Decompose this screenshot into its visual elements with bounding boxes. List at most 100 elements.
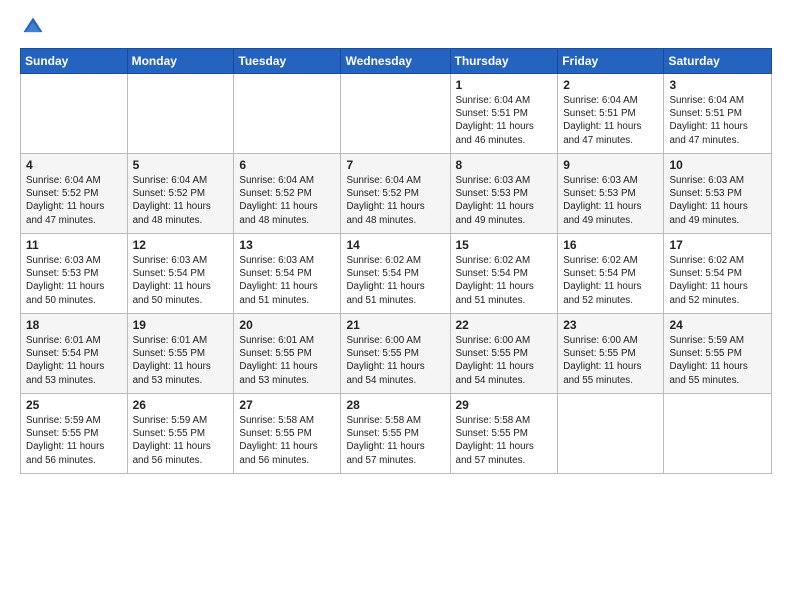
day-number: 19 [133,318,229,332]
day-number: 13 [239,238,335,252]
calendar-cell: 11Sunrise: 6:03 AM Sunset: 5:53 PM Dayli… [21,234,128,314]
calendar-cell: 12 Sunrise: 6:03 AM Sunset: 5:54 PM Dayli… [127,234,234,314]
calendar-cell: 1 Sunrise: 6:04 AM Sunset: 5:51 PM Daylig… [450,74,558,154]
day-number: 6 [239,158,335,172]
day-number: 27 [239,398,335,412]
calendar-cell: 10Sunrise: 6:03 AM Sunset: 5:53 PM Dayli… [664,154,772,234]
cell-info: Sunrise: 6:03 AM Sunset: 5:53 PM Dayligh… [669,174,766,227]
day-number: 29 [456,398,553,412]
cell-info: Sunrise: 6:01 AM Sunset: 5:55 PM Dayligh… [133,334,229,387]
calendar-header-row: SundayMondayTuesdayWednesdayThursdayFrid… [21,49,772,74]
calendar-header-sunday: Sunday [21,49,128,74]
day-number: 4 [26,158,122,172]
calendar-cell: 18 Sunrise: 6:01 AM Sunset: 5:54 PM Dayli… [21,314,128,394]
cell-info: Sunrise: 5:58 AM Sunset: 5:55 PM Dayligh… [239,414,335,467]
calendar-cell: 4Sunrise: 6:04 AM Sunset: 5:52 PM Daylig… [21,154,128,234]
calendar-week-3: 11Sunrise: 6:03 AM Sunset: 5:53 PM Dayli… [21,234,772,314]
calendar-week-4: 18 Sunrise: 6:01 AM Sunset: 5:54 PM Dayli… [21,314,772,394]
cell-info: Sunrise: 6:00 AM Sunset: 5:55 PM Dayligh… [563,334,658,387]
day-number: 21 [346,318,444,332]
logo-icon [22,16,44,38]
calendar-header-wednesday: Wednesday [341,49,450,74]
calendar-cell [558,394,664,474]
calendar-cell [21,74,128,154]
day-number: 20 [239,318,335,332]
calendar-cell [341,74,450,154]
cell-info: Sunrise: 6:03 AM Sunset: 5:53 PM Dayligh… [456,174,553,227]
calendar-body: 1 Sunrise: 6:04 AM Sunset: 5:51 PM Daylig… [21,74,772,474]
cell-info: Sunrise: 6:04 AM Sunset: 5:52 PM Dayligh… [239,174,335,227]
calendar-header-thursday: Thursday [450,49,558,74]
calendar-cell: 14 Sunrise: 6:02 AM Sunset: 5:54 PM Dayli… [341,234,450,314]
calendar-cell: 23 Sunrise: 6:00 AM Sunset: 5:55 PM Dayli… [558,314,664,394]
day-number: 16 [563,238,658,252]
header [20,16,772,38]
cell-info: Sunrise: 6:00 AM Sunset: 5:55 PM Dayligh… [456,334,553,387]
day-number: 18 [26,318,122,332]
day-number: 22 [456,318,553,332]
calendar-cell: 8 Sunrise: 6:03 AM Sunset: 5:53 PM Daylig… [450,154,558,234]
cell-info: Sunrise: 6:04 AM Sunset: 5:52 PM Dayligh… [133,174,229,227]
calendar-header-saturday: Saturday [664,49,772,74]
calendar-cell: 17 Sunrise: 6:02 AM Sunset: 5:54 PM Dayli… [664,234,772,314]
calendar-cell: 16Sunrise: 6:02 AM Sunset: 5:54 PM Dayli… [558,234,664,314]
day-number: 2 [563,78,658,92]
logo [20,16,46,38]
cell-info: Sunrise: 6:04 AM Sunset: 5:51 PM Dayligh… [563,94,658,147]
calendar-cell: 28Sunrise: 5:58 AM Sunset: 5:55 PM Dayli… [341,394,450,474]
day-number: 17 [669,238,766,252]
calendar-week-5: 25 Sunrise: 5:59 AM Sunset: 5:55 PM Dayli… [21,394,772,474]
calendar-cell: 9 Sunrise: 6:03 AM Sunset: 5:53 PM Daylig… [558,154,664,234]
day-number: 3 [669,78,766,92]
cell-info: Sunrise: 6:04 AM Sunset: 5:51 PM Dayligh… [669,94,766,147]
cell-info: Sunrise: 6:01 AM Sunset: 5:54 PM Dayligh… [26,334,122,387]
day-number: 24 [669,318,766,332]
cell-info: Sunrise: 6:02 AM Sunset: 5:54 PM Dayligh… [456,254,553,307]
day-number: 23 [563,318,658,332]
cell-info: Sunrise: 6:03 AM Sunset: 5:53 PM Dayligh… [26,254,122,307]
calendar-header-friday: Friday [558,49,664,74]
cell-info: Sunrise: 5:59 AM Sunset: 5:55 PM Dayligh… [669,334,766,387]
cell-info: Sunrise: 5:58 AM Sunset: 5:55 PM Dayligh… [456,414,553,467]
calendar-cell: 26 Sunrise: 5:59 AM Sunset: 5:55 PM Dayli… [127,394,234,474]
calendar-cell: 15Sunrise: 6:02 AM Sunset: 5:54 PM Dayli… [450,234,558,314]
cell-info: Sunrise: 5:59 AM Sunset: 5:55 PM Dayligh… [26,414,122,467]
cell-info: Sunrise: 6:03 AM Sunset: 5:54 PM Dayligh… [239,254,335,307]
calendar-cell: 7 Sunrise: 6:04 AM Sunset: 5:52 PM Daylig… [341,154,450,234]
day-number: 12 [133,238,229,252]
calendar-cell: 20Sunrise: 6:01 AM Sunset: 5:55 PM Dayli… [234,314,341,394]
calendar-cell: 3 Sunrise: 6:04 AM Sunset: 5:51 PM Daylig… [664,74,772,154]
day-number: 25 [26,398,122,412]
calendar-cell: 5 Sunrise: 6:04 AM Sunset: 5:52 PM Daylig… [127,154,234,234]
calendar-cell: 24 Sunrise: 5:59 AM Sunset: 5:55 PM Dayli… [664,314,772,394]
cell-info: Sunrise: 5:59 AM Sunset: 5:55 PM Dayligh… [133,414,229,467]
day-number: 5 [133,158,229,172]
calendar-week-1: 1 Sunrise: 6:04 AM Sunset: 5:51 PM Daylig… [21,74,772,154]
calendar-cell: 27 Sunrise: 5:58 AM Sunset: 5:55 PM Dayli… [234,394,341,474]
cell-info: Sunrise: 6:02 AM Sunset: 5:54 PM Dayligh… [669,254,766,307]
cell-info: Sunrise: 6:04 AM Sunset: 5:52 PM Dayligh… [346,174,444,227]
calendar-cell: 19 Sunrise: 6:01 AM Sunset: 5:55 PM Dayli… [127,314,234,394]
calendar-cell: 22 Sunrise: 6:00 AM Sunset: 5:55 PM Dayli… [450,314,558,394]
cell-info: Sunrise: 6:03 AM Sunset: 5:54 PM Dayligh… [133,254,229,307]
calendar: SundayMondayTuesdayWednesdayThursdayFrid… [20,48,772,474]
day-number: 9 [563,158,658,172]
calendar-cell: 25 Sunrise: 5:59 AM Sunset: 5:55 PM Dayli… [21,394,128,474]
cell-info: Sunrise: 6:02 AM Sunset: 5:54 PM Dayligh… [346,254,444,307]
day-number: 1 [456,78,553,92]
cell-info: Sunrise: 6:04 AM Sunset: 5:51 PM Dayligh… [456,94,553,147]
day-number: 26 [133,398,229,412]
calendar-cell: 2 Sunrise: 6:04 AM Sunset: 5:51 PM Daylig… [558,74,664,154]
day-number: 8 [456,158,553,172]
calendar-week-2: 4 Sunrise: 6:04 AM Sunset: 5:52 PM Daylig… [21,154,772,234]
calendar-cell [234,74,341,154]
calendar-cell [127,74,234,154]
calendar-cell: 29 Sunrise: 5:58 AM Sunset: 5:55 PM Dayli… [450,394,558,474]
day-number: 14 [346,238,444,252]
cell-info: Sunrise: 6:03 AM Sunset: 5:53 PM Dayligh… [563,174,658,227]
calendar-cell: 6 Sunrise: 6:04 AM Sunset: 5:52 PM Daylig… [234,154,341,234]
calendar-cell [664,394,772,474]
calendar-header-tuesday: Tuesday [234,49,341,74]
day-number: 7 [346,158,444,172]
day-number: 28 [346,398,444,412]
